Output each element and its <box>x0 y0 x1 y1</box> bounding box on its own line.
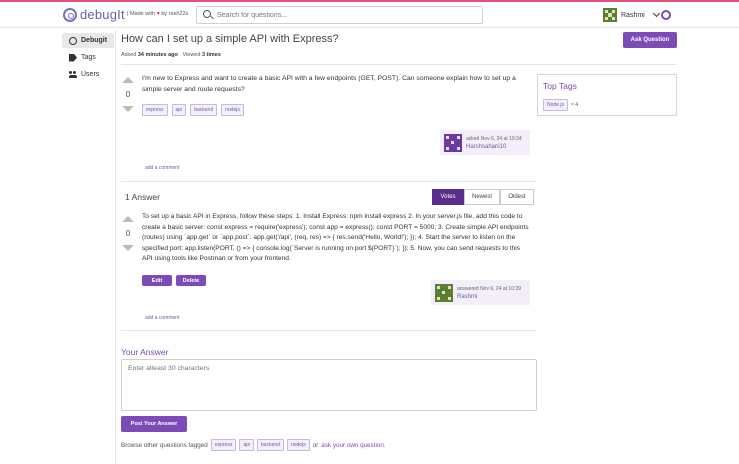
add-comment-link[interactable]: add a comment <box>145 165 179 171</box>
avatar <box>435 283 453 302</box>
avatar <box>444 133 462 152</box>
made-with-text: | Made with ♥ by rash22s <box>127 11 189 17</box>
tag-chip[interactable]: nodejs <box>221 104 244 116</box>
users-icon <box>69 70 77 79</box>
ask-own-question-link[interactable]: ask your own question. <box>321 442 385 449</box>
gear-icon[interactable] <box>661 10 671 20</box>
tag-chip[interactable]: nodejs <box>286 439 310 451</box>
user-menu[interactable]: Rashmi <box>603 8 660 22</box>
sidebar-divider <box>115 30 116 464</box>
heart-icon: ♥ <box>156 11 160 17</box>
sidebar-item-tags[interactable]: Tags <box>62 50 114 65</box>
avatar <box>603 8 617 22</box>
sort-tabs: Votes Newest Oldest <box>432 189 534 205</box>
your-answer-title: Your Answer <box>121 347 169 357</box>
top-tags-panel: Top Tags Node.js × 4 <box>537 74 677 116</box>
answered-meta: answered Nov 6, 24 at 10:39 <box>457 285 521 292</box>
sidebar-item-label: Tags <box>81 54 96 61</box>
search-input[interactable] <box>217 9 472 21</box>
asked-meta: asked Nov 6, 24 at 10:34 <box>466 135 522 142</box>
question-vote: 0 <box>121 77 135 112</box>
tab-oldest[interactable]: Oldest <box>500 189 534 205</box>
author-link[interactable]: Harshsahani10 <box>466 144 522 150</box>
answer-body: To set up a basic API in Express, follow… <box>142 213 529 262</box>
post-answer-button[interactable]: Post Your Answer <box>121 416 187 432</box>
vote-count: 0 <box>125 90 131 99</box>
question-author-card: asked Nov 6, 24 at 10:34 Harshsahani10 <box>440 130 530 155</box>
tab-votes[interactable]: Votes <box>432 189 464 205</box>
tag-count: × 4 <box>570 102 579 108</box>
user-name: Rashmi <box>621 11 645 19</box>
divider <box>121 64 677 65</box>
divider <box>121 330 537 331</box>
search-box[interactable] <box>196 6 483 24</box>
answer-vote: 0 <box>121 216 135 251</box>
tag-chip[interactable]: api <box>239 439 255 451</box>
vote-count: 0 <box>125 229 131 238</box>
logo-text: debugIt <box>80 7 125 22</box>
header: debugIt | Made with ♥ by rash22s Rashmi <box>0 2 739 28</box>
sidebar-item-users[interactable]: Users <box>62 67 114 82</box>
tag-chip[interactable]: express <box>210 439 237 451</box>
answers-count: 1 Answer <box>125 192 160 202</box>
downvote-icon[interactable] <box>122 106 134 112</box>
downvote-icon[interactable] <box>122 245 134 251</box>
ask-question-button[interactable]: Ask Question <box>623 32 677 48</box>
tab-newest[interactable]: Newest <box>464 189 500 205</box>
search-icon <box>203 10 211 18</box>
divider <box>121 181 537 182</box>
add-comment-link[interactable]: add a comment <box>145 315 179 321</box>
answer-author-card: answered Nov 6, 24 at 10:39 Rashmi <box>431 280 530 305</box>
tag-chip[interactable]: backend <box>190 104 218 116</box>
sidebar-item-debugit[interactable]: Debugit <box>62 33 114 48</box>
tag-chip[interactable]: api <box>171 104 187 116</box>
tag-chip[interactable]: backend <box>257 439 284 451</box>
upvote-icon[interactable] <box>122 216 134 222</box>
author-link[interactable]: Rashmi <box>457 294 521 300</box>
tag-chip[interactable]: express <box>142 104 168 116</box>
question-meta: Asked 34 minutes ago Viewed 3 times <box>121 52 221 58</box>
logo[interactable]: debugIt <box>63 7 125 22</box>
browse-footer: Browse other questions tagged express ap… <box>121 439 386 451</box>
question-tags: express api backend nodejs <box>142 104 244 116</box>
page-title: How can I set up a simple API with Expre… <box>121 33 339 45</box>
sidebar-item-label: Debugit <box>81 37 108 44</box>
answer-textarea[interactable] <box>121 359 537 411</box>
tag-icon <box>69 53 77 62</box>
question-body: I'm new to Express and want to create a … <box>142 75 516 93</box>
delete-button[interactable]: Delete <box>176 275 206 286</box>
top-tags-title: Top Tags <box>543 81 577 91</box>
sidebar: Debugit Tags Users <box>62 33 114 84</box>
tag-chip[interactable]: Node.js <box>543 99 568 111</box>
edit-button[interactable]: Edit <box>142 275 172 286</box>
chevron-down-icon <box>652 9 660 18</box>
sidebar-item-label: Users <box>81 71 100 78</box>
upvote-icon[interactable] <box>122 77 134 83</box>
globe-icon <box>69 36 77 45</box>
logo-icon <box>63 7 77 22</box>
